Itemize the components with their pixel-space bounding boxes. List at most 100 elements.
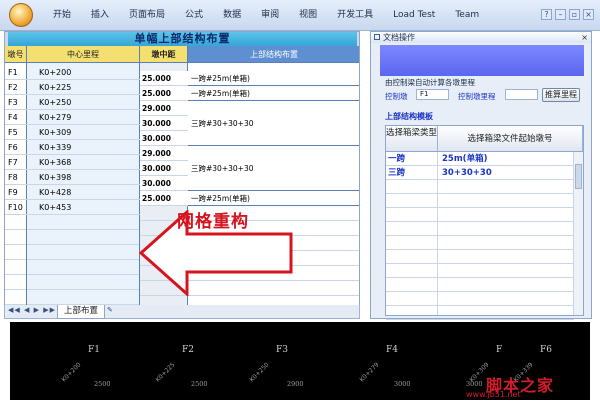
pier-cell[interactable]: F4 (5, 110, 27, 125)
header-pier: 墩号 (5, 46, 27, 63)
empty-cell[interactable] (27, 215, 139, 230)
ribbon-tab-9[interactable]: Team (445, 0, 489, 30)
grid-row[interactable] (386, 306, 574, 320)
station-cell[interactable]: K0+428 (27, 185, 140, 200)
pier-cell[interactable]: F7 (5, 155, 27, 170)
station-cell[interactable]: K0+368 (27, 155, 140, 170)
help-icon[interactable]: ? (541, 9, 552, 20)
span-cell[interactable]: 25.000 (140, 191, 188, 206)
ribbon-tab-8[interactable]: Load Test (383, 0, 445, 30)
span-cell[interactable]: 30.000 (140, 116, 188, 131)
ribbon-tab-1[interactable]: 插入 (81, 0, 119, 30)
grid-row[interactable] (386, 222, 574, 236)
close-icon[interactable]: × (583, 9, 594, 20)
empty-cell[interactable] (5, 275, 26, 290)
grid-cell-start: 25m(单箱) (442, 154, 488, 164)
drawing-pier-label: F3 (276, 345, 288, 355)
pier-cell[interactable]: F1 (5, 65, 27, 80)
grid-row[interactable] (386, 194, 574, 208)
span-cell[interactable]: 30.000 (140, 131, 188, 146)
span-cell[interactable]: 30.000 (140, 176, 188, 191)
ribbon-tab-7[interactable]: 开发工具 (327, 0, 383, 30)
grid-header-type: 选择箱梁类型 (386, 126, 438, 152)
span-cell[interactable]: 25.000 (140, 86, 188, 101)
drawing-dim-label: 2500 (94, 380, 111, 388)
grid-row[interactable] (386, 264, 574, 278)
ribbon-tab-5[interactable]: 审阅 (251, 0, 289, 30)
ribbon-tabs: 开始 插入 页面布局 公式 数据 审阅 视图 开发工具 Load Test Team (43, 0, 489, 30)
empty-cell[interactable] (27, 275, 139, 290)
sheet-tab-layout[interactable]: 上部布置 (57, 305, 106, 319)
layout-cell[interactable]: 一跨#25m(单箱) (188, 86, 359, 101)
empty-cell[interactable] (5, 245, 26, 260)
grid-row[interactable]: 三跨 30+30+30 (386, 166, 574, 180)
ribbon-tab-2[interactable]: 页面布局 (119, 0, 175, 30)
station-cell[interactable]: K0+250 (27, 95, 140, 110)
scrollbar-thumb[interactable] (575, 164, 582, 189)
pier-cell[interactable]: F6 (5, 140, 27, 155)
span-cell[interactable]: 25.000 (140, 71, 188, 86)
empty-cell[interactable] (27, 260, 139, 275)
grid-scrollbar[interactable] (573, 152, 583, 315)
grid-row[interactable] (386, 180, 574, 194)
layout-cell[interactable]: 一跨#25m(单箱) (188, 191, 359, 206)
layout-cell[interactable]: 三跨#30+30+30 (188, 101, 359, 146)
station-cell[interactable]: K0+279 (27, 110, 140, 125)
empty-cell[interactable] (5, 230, 26, 245)
empty-cell[interactable] (5, 215, 26, 230)
pane-close-icon[interactable]: × (581, 32, 588, 43)
drawing-dim-label: 2900 (287, 380, 304, 388)
sheet-nav-icon[interactable]: ◀◀ ◀ ▶ ▶▶ (8, 306, 56, 314)
restore-icon[interactable]: ▫ (569, 9, 580, 20)
ribbon-tab-4[interactable]: 数据 (213, 0, 251, 30)
calc-stations-button[interactable]: 推算里程 (542, 88, 580, 102)
station-cell[interactable]: K0+339 (27, 140, 140, 155)
layout-cell[interactable]: 三跨#30+30+30 (188, 146, 359, 191)
worksheet[interactable]: 单幅上部结构布置 墩号 中心里程 墩中距 上部结构布置 F1 F2 F3 F4 F5 F6… (4, 31, 360, 306)
sheet-title: 单幅上部结构布置 (8, 32, 357, 46)
station-cell[interactable]: K0+200 (27, 65, 140, 80)
grid-row[interactable] (386, 236, 574, 250)
station-cell[interactable]: K0+398 (27, 170, 140, 185)
grid-row[interactable]: 一跨 25m(单箱) (386, 152, 574, 166)
new-sheet-icon[interactable]: ✎ (107, 306, 117, 316)
control-pier-input[interactable]: F1 (416, 89, 449, 100)
empty-cell[interactable] (27, 290, 139, 305)
empty-cell[interactable] (27, 230, 139, 245)
span-cell[interactable]: 29.000 (140, 101, 188, 116)
control-pier-label: 控制墩 (385, 92, 408, 101)
span-cell[interactable]: 29.000 (140, 146, 188, 161)
grid-cell-type: 三跨 (388, 168, 406, 178)
ribbon-tab-3[interactable]: 公式 (175, 0, 213, 30)
grid-row[interactable] (386, 208, 574, 222)
pane-header: 文档操作 × (371, 32, 591, 43)
ribbon-tab-6[interactable]: 视图 (289, 0, 327, 30)
auto-calc-hint: 由控制梁自动计算各墩里程 (385, 78, 475, 87)
pier-cell[interactable]: F5 (5, 125, 27, 140)
grid-row[interactable] (386, 278, 574, 292)
pier-cell[interactable]: F9 (5, 185, 27, 200)
grid-row[interactable] (386, 292, 574, 306)
empty-cell[interactable] (27, 245, 139, 260)
span-cell[interactable]: 30.000 (140, 161, 188, 176)
pier-cell[interactable]: F3 (5, 95, 27, 110)
station-cell[interactable]: K0+453 (27, 200, 140, 215)
empty-cell[interactable] (5, 290, 26, 305)
station-cell[interactable]: K0+309 (27, 125, 140, 140)
grid-separator (437, 152, 438, 315)
pier-cell[interactable]: F10 (5, 200, 27, 215)
control-station-input[interactable] (505, 89, 538, 100)
empty-cell[interactable] (5, 260, 26, 275)
minimize-icon[interactable]: – (555, 9, 566, 20)
pin-icon[interactable] (374, 34, 380, 40)
office-button-icon[interactable] (9, 3, 33, 27)
arrow-label: 网格重构 (177, 212, 249, 232)
layout-cell[interactable]: 一跨#25m(单箱) (188, 71, 359, 86)
pier-cell[interactable]: F8 (5, 170, 27, 185)
station-cell[interactable]: K0+225 (27, 80, 140, 95)
grid-row[interactable] (386, 250, 574, 264)
pane-title: 文档操作 (383, 33, 415, 42)
ribbon-tab-0[interactable]: 开始 (43, 0, 81, 30)
template-grid[interactable]: 选择箱梁类型 选择箱梁文件起始墩号 一跨 25m(单箱) 三跨 30+30+30 (385, 125, 584, 320)
pier-cell[interactable]: F2 (5, 80, 27, 95)
